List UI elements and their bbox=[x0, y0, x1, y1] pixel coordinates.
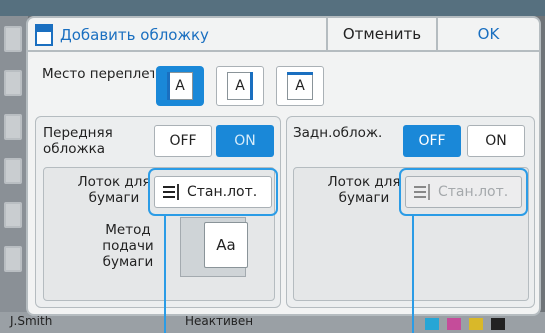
back-callout-leader bbox=[412, 214, 414, 333]
back-tray-callout bbox=[399, 168, 528, 216]
front-cover-label: Передняя обложка bbox=[43, 125, 113, 157]
feed-method-button[interactable]: Aa bbox=[204, 222, 248, 268]
background-sidebar-item bbox=[4, 246, 22, 272]
binding-top-icon: A bbox=[287, 72, 313, 100]
binding-right-icon: A bbox=[227, 72, 253, 100]
front-cover-on-toggle[interactable]: ON bbox=[216, 125, 274, 157]
binding-position-label: Место переплета bbox=[42, 66, 154, 82]
background-sidebar-item bbox=[4, 202, 22, 228]
printer-status: Неактивен bbox=[185, 314, 254, 328]
feed-method-label: Метод подачи бумаги bbox=[102, 222, 154, 270]
background-sidebar-item bbox=[4, 70, 22, 96]
user-name: J.Smith bbox=[10, 314, 53, 328]
ink-yellow-icon bbox=[469, 318, 483, 330]
background-top-bar bbox=[0, 0, 545, 16]
back-cover-on-toggle[interactable]: ON bbox=[467, 125, 525, 157]
background-sidebar bbox=[0, 16, 28, 316]
background-sidebar-item bbox=[4, 114, 22, 140]
dialog-title: Добавить обложку bbox=[60, 26, 209, 44]
background-sidebar-item bbox=[4, 158, 22, 184]
back-cover-label: Задн.облож. bbox=[293, 125, 383, 141]
binding-left-icon: A bbox=[167, 72, 193, 100]
front-cover-off-toggle[interactable]: OFF bbox=[154, 125, 212, 157]
front-tray-callout bbox=[148, 168, 278, 216]
binding-left-option[interactable]: A bbox=[156, 66, 204, 106]
ok-button[interactable]: OK bbox=[436, 18, 539, 50]
binding-top-option[interactable]: A bbox=[276, 66, 324, 106]
back-tray-label: Лоток для бумаги bbox=[327, 174, 401, 206]
binding-right-option[interactable]: A bbox=[216, 66, 264, 106]
ink-cyan-icon bbox=[425, 318, 439, 330]
dialog-header: Добавить обложку Отменить OK bbox=[28, 18, 539, 52]
background-sidebar-item bbox=[4, 26, 22, 52]
front-callout-leader bbox=[164, 214, 166, 333]
ink-magenta-icon bbox=[447, 318, 461, 330]
ink-black-icon bbox=[491, 318, 505, 330]
add-cover-dialog: Добавить обложку Отменить OK Место переп… bbox=[26, 16, 541, 316]
cancel-button[interactable]: Отменить bbox=[326, 18, 436, 50]
back-cover-off-toggle[interactable]: OFF bbox=[403, 125, 461, 157]
cover-sheet-icon bbox=[35, 24, 53, 46]
